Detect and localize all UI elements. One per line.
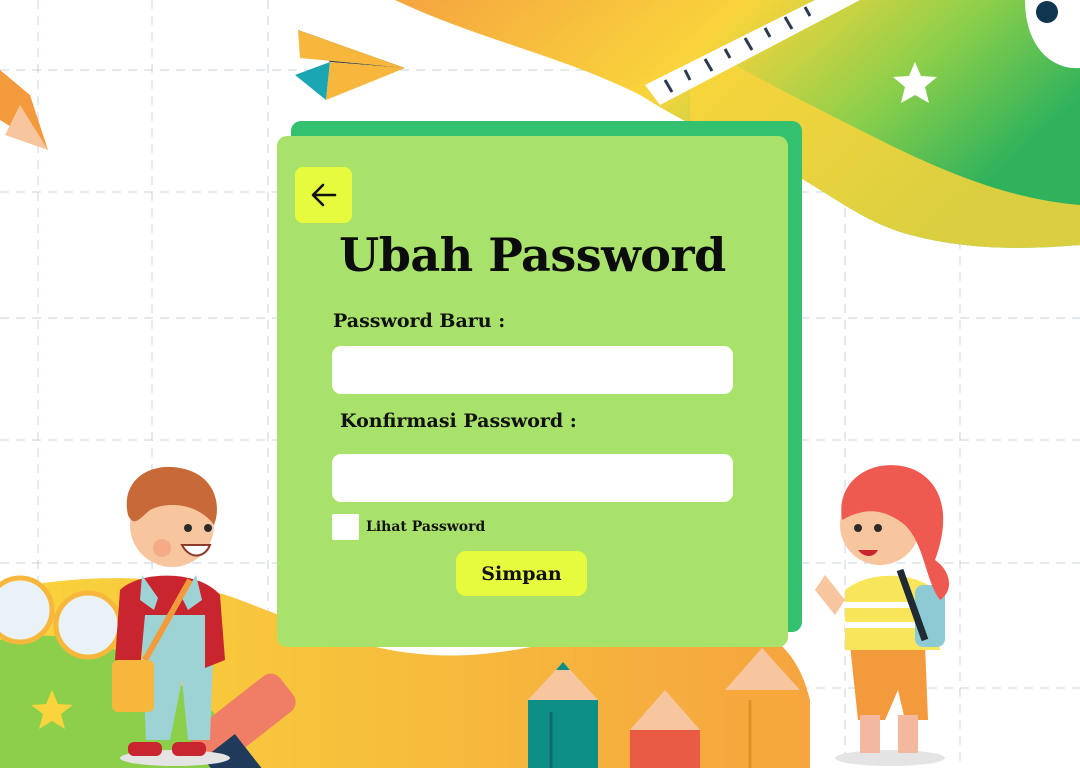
confirm-password-input[interactable] <box>332 454 733 502</box>
show-password-label[interactable]: Lihat Password <box>366 519 485 535</box>
page-title: Ubah Password <box>339 228 726 282</box>
new-password-label: Password Baru : <box>333 310 506 332</box>
show-password-row: Lihat Password <box>332 514 485 540</box>
girl-illustration <box>815 465 950 766</box>
back-button[interactable] <box>295 167 352 223</box>
pencil-left-top <box>0 70 48 150</box>
new-password-input[interactable] <box>332 346 733 394</box>
show-password-checkbox[interactable] <box>332 514 359 540</box>
save-button[interactable]: Simpan <box>456 551 587 596</box>
confirm-password-label: Konfirmasi Password : <box>340 410 577 432</box>
arrow-left-icon <box>311 183 336 207</box>
paper-plane-illustration <box>295 30 405 100</box>
change-password-card: Ubah Password Password Baru : Konfirmasi… <box>277 136 788 647</box>
